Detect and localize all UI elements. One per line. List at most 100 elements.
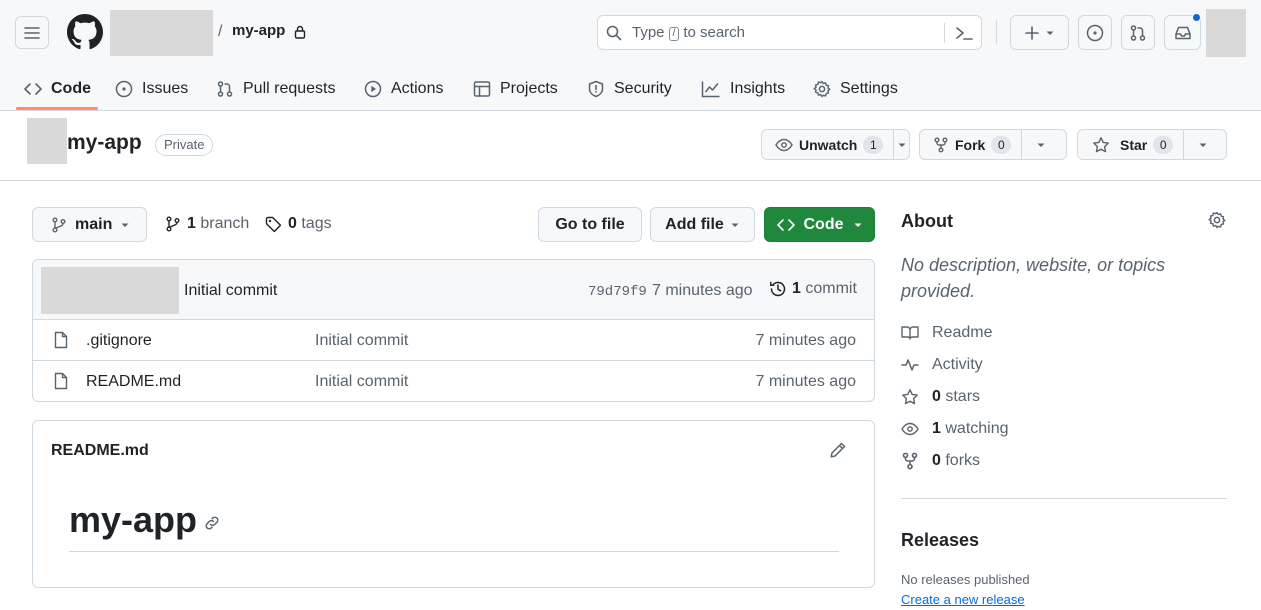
stars-count: 0	[932, 388, 941, 405]
search-input[interactable]: Type / to search	[597, 15, 982, 50]
tags-link[interactable]: 0 tags	[265, 215, 332, 233]
watch-label: Unwatch	[799, 136, 858, 153]
heading-rule	[69, 551, 839, 552]
star-button-group[interactable]: Star 0	[1077, 129, 1227, 160]
repo-owner-avatar[interactable]	[27, 118, 67, 164]
stars-link[interactable]: 0 stars	[901, 388, 980, 406]
repo-nav: Code Issues Pull requests Actions Projec…	[0, 68, 1261, 111]
watching-word: watching	[945, 420, 1009, 437]
file-icon	[54, 331, 68, 349]
eye-icon	[901, 422, 919, 436]
issue-opened-icon	[1086, 24, 1104, 41]
file-icon	[54, 372, 68, 390]
file-row[interactable]: .gitignore Initial commit 7 minutes ago	[33, 320, 874, 361]
readme-panel: README.md my-app	[32, 420, 875, 588]
fork-button-group[interactable]: Fork 0	[919, 129, 1067, 160]
search-placeholder: Type / to search	[632, 24, 746, 41]
file-row[interactable]: README.md Initial commit 7 minutes ago	[33, 360, 874, 401]
releases-heading[interactable]: Releases	[901, 530, 979, 551]
search-divider	[944, 23, 945, 43]
tab-label: Security	[614, 80, 672, 97]
code-button[interactable]: Code	[764, 207, 875, 242]
link-icon[interactable]	[203, 514, 221, 532]
star-dropdown-button[interactable]	[1184, 130, 1222, 159]
commit-time: 7 minutes ago	[652, 282, 753, 299]
pulse-icon	[901, 359, 919, 371]
breadcrumb-repo-link[interactable]: my-app	[232, 22, 285, 39]
star-label: Star	[1120, 136, 1148, 153]
play-icon	[364, 80, 382, 98]
add-file-button[interactable]: Add file	[650, 207, 755, 242]
commit-message-link[interactable]: Initial commit	[184, 282, 277, 300]
chevron-down-icon	[121, 223, 129, 227]
repo-title-bar: my-app Private Unwatch 1 Fork 0 Star 0	[0, 111, 1261, 181]
pencil-icon[interactable]	[829, 441, 847, 459]
owner-avatar[interactable]	[110, 10, 213, 56]
repo-forked-icon	[902, 452, 918, 470]
tab-pull-requests[interactable]: Pull requests	[216, 68, 336, 110]
tab-security[interactable]: Security	[587, 68, 672, 110]
go-to-file-label: Go to file	[555, 215, 625, 233]
tab-insights[interactable]: Insights	[701, 68, 785, 110]
fork-count: 0	[991, 135, 1012, 154]
go-to-file-button[interactable]: Go to file	[538, 207, 642, 242]
inbox-icon	[1174, 26, 1191, 39]
git-pull-request-icon	[1130, 24, 1146, 41]
watchers-link[interactable]: 1 watching	[901, 420, 1009, 438]
commit-author-avatar[interactable]	[41, 267, 179, 314]
fork-label: Fork	[955, 136, 986, 153]
issue-opened-icon	[115, 80, 133, 98]
menu-button[interactable]	[15, 16, 49, 49]
tag-icon	[265, 216, 282, 232]
repo-title[interactable]: my-app	[67, 131, 142, 155]
unwatch-button[interactable]: Unwatch 1	[762, 130, 895, 159]
readme-tab[interactable]: README.md	[51, 442, 149, 460]
pull-requests-button[interactable]	[1121, 15, 1155, 50]
no-releases-text: No releases published	[901, 572, 1030, 587]
commit-word: commit	[805, 280, 857, 297]
code-button-label: Code	[803, 215, 844, 233]
watch-button[interactable]: Unwatch 1	[761, 129, 910, 160]
activity-link[interactable]: Activity	[901, 356, 983, 374]
tab-settings[interactable]: Settings	[813, 68, 898, 110]
file-commit-message-link[interactable]: Initial commit	[315, 373, 408, 391]
code-icon	[24, 83, 42, 95]
search-shortcut-key: /	[668, 27, 680, 41]
gear-icon[interactable]	[1208, 211, 1226, 229]
branches-link[interactable]: 1 branch	[165, 215, 249, 233]
tag-count: 0	[288, 215, 297, 232]
command-palette-icon[interactable]	[955, 25, 973, 41]
branch-selector[interactable]: main	[32, 207, 147, 242]
git-branch-icon	[166, 216, 180, 232]
tab-issues[interactable]: Issues	[115, 68, 188, 110]
create-release-link[interactable]: Create a new release	[901, 592, 1025, 607]
file-name-link[interactable]: .gitignore	[86, 332, 152, 350]
commit-sha-link[interactable]: 79d79f9	[588, 284, 647, 300]
create-new-button[interactable]	[1010, 15, 1069, 50]
fork-button[interactable]: Fork 0	[920, 130, 1023, 159]
star-button[interactable]: Star 0	[1078, 130, 1185, 159]
chevron-down-icon	[898, 143, 906, 147]
star-count: 0	[1153, 135, 1174, 154]
forks-link[interactable]: 0 forks	[901, 452, 980, 470]
watch-dropdown-button[interactable]	[894, 130, 909, 159]
tab-label: Settings	[840, 80, 898, 97]
stars-word: stars	[945, 388, 981, 405]
issues-button[interactable]	[1078, 15, 1112, 50]
fork-dropdown-button[interactable]	[1022, 130, 1060, 159]
latest-commit-bar: Initial commit 79d79f9 7 minutes ago 1 c…	[33, 260, 874, 320]
tab-code[interactable]: Code	[24, 68, 91, 110]
readme-link[interactable]: Readme	[901, 324, 992, 342]
github-logo-icon[interactable]	[67, 14, 103, 50]
file-name-link[interactable]: README.md	[86, 373, 181, 391]
tab-label: Actions	[391, 80, 444, 97]
tag-word: tags	[301, 215, 332, 232]
readme-link-label: Readme	[932, 324, 993, 341]
file-commit-message-link[interactable]: Initial commit	[315, 332, 408, 350]
lock-icon	[294, 25, 306, 39]
tab-projects[interactable]: Projects	[473, 68, 558, 110]
user-avatar[interactable]	[1206, 9, 1246, 57]
forks-count: 0	[932, 452, 941, 469]
commit-history-link[interactable]: 1 commit	[769, 280, 857, 298]
tab-actions[interactable]: Actions	[364, 68, 443, 110]
